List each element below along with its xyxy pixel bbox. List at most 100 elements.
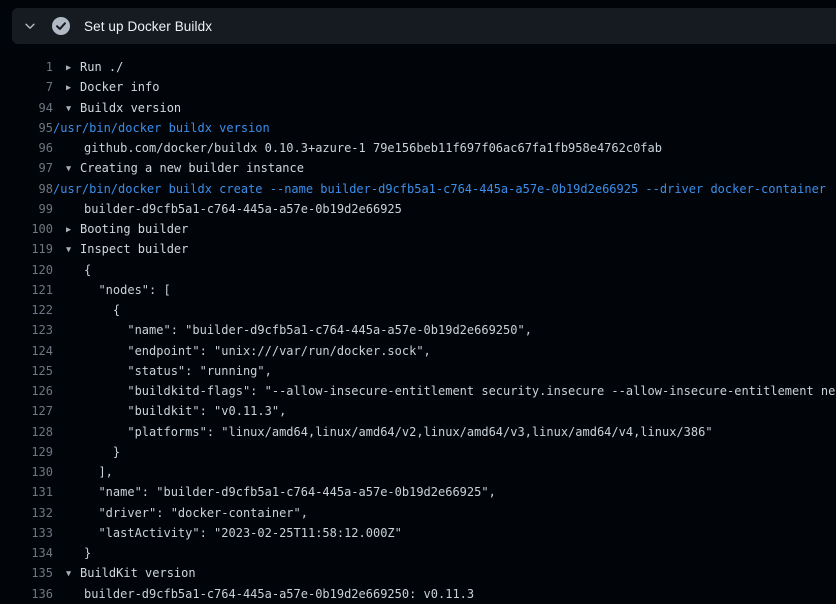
log-line: 96 github.com/docker/buildx 0.10.3+azure-… bbox=[0, 138, 836, 158]
log-output-text: "status": "running", bbox=[84, 364, 272, 378]
log-line: 133 "lastActivity": "2023-02-25T11:58:12… bbox=[0, 523, 836, 543]
log-line: 130 ], bbox=[0, 462, 836, 482]
line-number[interactable]: 124 bbox=[0, 344, 53, 358]
log-group-toggle[interactable]: ▼BuildKit version bbox=[66, 566, 196, 580]
line-number[interactable]: 128 bbox=[0, 425, 53, 439]
log-command-text: /usr/bin/docker buildx create --name bui… bbox=[53, 182, 826, 196]
line-number[interactable]: 99 bbox=[0, 202, 53, 216]
log-output-text: "name": "builder-d9cfb5a1-c764-445a-a57e… bbox=[84, 485, 496, 499]
log-line: 119 ▼Inspect builder bbox=[0, 239, 836, 259]
line-number[interactable]: 132 bbox=[0, 506, 53, 520]
log-output-text: github.com/docker/buildx 0.10.3+azure-1 … bbox=[84, 141, 662, 155]
line-number[interactable]: 133 bbox=[0, 526, 53, 540]
chevron-down-icon[interactable] bbox=[22, 18, 38, 34]
line-number[interactable]: 134 bbox=[0, 546, 53, 560]
line-number[interactable]: 122 bbox=[0, 303, 53, 317]
log-group-title: Run ./ bbox=[80, 60, 123, 74]
log-output-text: "endpoint": "unix:///var/run/docker.sock… bbox=[84, 344, 431, 358]
log-group-title: Buildx version bbox=[80, 101, 181, 115]
log-line: 7 ▶Docker info bbox=[0, 77, 836, 97]
log-group-toggle[interactable]: ▶Run ./ bbox=[66, 60, 123, 74]
log-line: 99 builder-d9cfb5a1-c764-445a-a57e-0b19d2… bbox=[0, 199, 836, 219]
log-group-title: Inspect builder bbox=[80, 242, 188, 256]
line-number[interactable]: 136 bbox=[0, 587, 53, 601]
log-group-toggle[interactable]: ▼Creating a new builder instance bbox=[66, 161, 304, 175]
log-line: 131 "name": "builder-d9cfb5a1-c764-445a-… bbox=[0, 482, 836, 502]
log-line: 98/usr/bin/docker buildx create --name b… bbox=[0, 179, 836, 199]
log-line: 95/usr/bin/docker buildx version bbox=[0, 118, 836, 138]
log-line: 136 builder-d9cfb5a1-c764-445a-a57e-0b19d… bbox=[0, 584, 836, 604]
triangle-collapsed-icon[interactable]: ▶ bbox=[66, 225, 80, 235]
log-command-text: /usr/bin/docker buildx version bbox=[53, 121, 270, 135]
log-output-text: } bbox=[84, 445, 120, 459]
line-number[interactable]: 100 bbox=[0, 222, 53, 236]
line-number[interactable]: 95 bbox=[0, 121, 53, 135]
line-number[interactable]: 94 bbox=[0, 101, 53, 115]
log-group-title: BuildKit version bbox=[80, 566, 196, 580]
log-group-toggle[interactable]: ▶Booting builder bbox=[66, 222, 188, 236]
log-output-text: "buildkitd-flags": "--allow-insecure-ent… bbox=[84, 384, 836, 398]
log-line: 128 "platforms": "linux/amd64,linux/amd6… bbox=[0, 422, 836, 442]
log-viewer: 1▶Run ./7▶Docker info94▼Buildx version95… bbox=[0, 57, 836, 604]
log-line: 126 "buildkitd-flags": "--allow-insecure… bbox=[0, 381, 836, 401]
triangle-collapsed-icon[interactable]: ▶ bbox=[66, 63, 80, 73]
log-line: 129 } bbox=[0, 442, 836, 462]
log-group-title: Booting builder bbox=[80, 222, 188, 236]
log-line: 121 "nodes": [ bbox=[0, 280, 836, 300]
step-title: Set up Docker Buildx bbox=[84, 19, 212, 34]
log-output-text: builder-d9cfb5a1-c764-445a-a57e-0b19d2e6… bbox=[84, 202, 402, 216]
line-number[interactable]: 125 bbox=[0, 364, 53, 378]
line-number[interactable]: 120 bbox=[0, 263, 53, 277]
line-number[interactable]: 97 bbox=[0, 161, 53, 175]
triangle-expanded-icon[interactable]: ▼ bbox=[66, 104, 80, 114]
log-line: 132 "driver": "docker-container", bbox=[0, 503, 836, 523]
log-line: 94 ▼Buildx version bbox=[0, 98, 836, 118]
log-output-text: "name": "builder-d9cfb5a1-c764-445a-a57e… bbox=[84, 323, 532, 337]
log-line: 122 { bbox=[0, 300, 836, 320]
log-group-toggle[interactable]: ▼Buildx version bbox=[66, 101, 181, 115]
line-number[interactable]: 127 bbox=[0, 404, 53, 418]
log-line: 124 "endpoint": "unix:///var/run/docker.… bbox=[0, 341, 836, 361]
log-line: 97 ▼Creating a new builder instance bbox=[0, 158, 836, 178]
log-output-text: { bbox=[84, 303, 120, 317]
log-group-toggle[interactable]: ▶Docker info bbox=[66, 80, 159, 94]
line-number[interactable]: 7 bbox=[0, 80, 53, 94]
triangle-expanded-icon[interactable]: ▼ bbox=[66, 569, 80, 579]
triangle-expanded-icon[interactable]: ▼ bbox=[66, 245, 80, 255]
log-line: 127 "buildkit": "v0.11.3", bbox=[0, 401, 836, 421]
log-group-toggle[interactable]: ▼Inspect builder bbox=[66, 242, 188, 256]
line-number[interactable]: 123 bbox=[0, 323, 53, 337]
log-line: 125 "status": "running", bbox=[0, 361, 836, 381]
line-number[interactable]: 130 bbox=[0, 465, 53, 479]
line-number[interactable]: 126 bbox=[0, 384, 53, 398]
line-number[interactable]: 1 bbox=[0, 60, 53, 74]
log-output-text: ], bbox=[84, 465, 113, 479]
line-number[interactable]: 135 bbox=[0, 566, 53, 580]
step-header-set-up-docker-buildx[interactable]: Set up Docker Buildx bbox=[12, 8, 836, 44]
triangle-expanded-icon[interactable]: ▼ bbox=[66, 164, 80, 174]
line-number[interactable]: 98 bbox=[0, 182, 53, 196]
log-group-title: Creating a new builder instance bbox=[80, 161, 304, 175]
log-output-text: "lastActivity": "2023-02-25T11:58:12.000… bbox=[84, 526, 402, 540]
log-line: 100 ▶Booting builder bbox=[0, 219, 836, 239]
log-output-text: builder-d9cfb5a1-c764-445a-a57e-0b19d2e6… bbox=[84, 587, 474, 601]
line-number[interactable]: 129 bbox=[0, 445, 53, 459]
log-output-text: } bbox=[84, 546, 91, 560]
log-group-title: Docker info bbox=[80, 80, 159, 94]
log-output-text: "nodes": [ bbox=[84, 283, 171, 297]
log-output-text: "buildkit": "v0.11.3", bbox=[84, 404, 286, 418]
log-line: 1 ▶Run ./ bbox=[0, 57, 836, 77]
log-line: 135 ▼BuildKit version bbox=[0, 563, 836, 583]
line-number[interactable]: 131 bbox=[0, 485, 53, 499]
log-output-text: "platforms": "linux/amd64,linux/amd64/v2… bbox=[84, 425, 713, 439]
check-circle-icon bbox=[52, 17, 70, 35]
triangle-collapsed-icon[interactable]: ▶ bbox=[66, 83, 80, 93]
log-output-text: { bbox=[84, 263, 91, 277]
line-number[interactable]: 121 bbox=[0, 283, 53, 297]
log-output-text: "driver": "docker-container", bbox=[84, 506, 308, 520]
line-number[interactable]: 96 bbox=[0, 141, 53, 155]
line-number[interactable]: 119 bbox=[0, 242, 53, 256]
log-line: 123 "name": "builder-d9cfb5a1-c764-445a-… bbox=[0, 320, 836, 340]
log-line: 120 { bbox=[0, 260, 836, 280]
log-line: 134} bbox=[0, 543, 836, 563]
